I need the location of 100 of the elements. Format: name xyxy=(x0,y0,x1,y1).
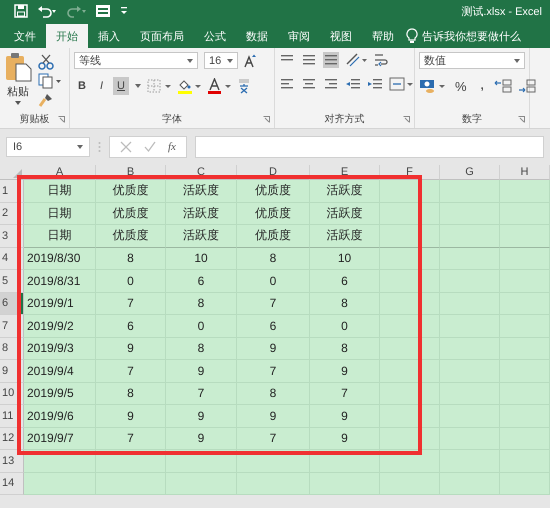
empty-cell[interactable] xyxy=(500,472,550,495)
table-cell: 6 xyxy=(310,270,380,292)
scissors-icon[interactable] xyxy=(38,54,54,70)
empty-cell[interactable] xyxy=(380,405,440,428)
empty-cell[interactable] xyxy=(237,450,310,472)
font-size-dropdown[interactable]: 16 xyxy=(204,52,238,69)
empty-cell[interactable] xyxy=(310,472,380,495)
ribbon-tab[interactable]: 公式 xyxy=(194,24,236,48)
table-cell: 活跃度 xyxy=(166,225,237,248)
increase-decimal-icon[interactable] xyxy=(494,78,512,94)
currency-icon[interactable] xyxy=(419,78,445,94)
empty-cell[interactable] xyxy=(380,225,440,248)
group-label: 字体 xyxy=(162,112,182,126)
table-cell: 9 xyxy=(310,360,380,382)
table-cell: 9 xyxy=(166,360,237,382)
number-format-dropdown[interactable]: 数值 xyxy=(419,52,525,69)
empty-cell[interactable] xyxy=(380,202,440,225)
underline-button[interactable]: U xyxy=(113,77,129,95)
orientation-icon[interactable] xyxy=(345,52,367,68)
empty-cell[interactable] xyxy=(380,428,440,450)
empty-cell[interactable] xyxy=(310,450,380,472)
empty-cell[interactable] xyxy=(440,180,500,202)
group-label: 剪贴板 xyxy=(20,112,50,126)
tell-me-field[interactable]: 告诉我你想要做什么 xyxy=(406,24,521,48)
wrap-text-icon[interactable] xyxy=(373,52,389,68)
table-cell: 优质度 xyxy=(237,180,310,202)
form-icon[interactable] xyxy=(95,4,111,18)
check-icon[interactable] xyxy=(144,141,156,153)
clipboard-icon xyxy=(4,52,32,82)
ribbon-tab[interactable]: 帮助 xyxy=(362,24,404,48)
table-cell: 2019/9/3 xyxy=(24,338,96,360)
empty-cell[interactable] xyxy=(380,338,440,360)
empty-cell[interactable] xyxy=(380,360,440,382)
empty-cell[interactable] xyxy=(380,292,440,315)
column-header[interactable]: G xyxy=(440,165,500,180)
empty-cell[interactable] xyxy=(500,248,550,270)
paste-button[interactable]: 粘贴 xyxy=(4,52,32,110)
format-painter-icon[interactable] xyxy=(38,92,54,108)
font-name-dropdown[interactable]: 等线 xyxy=(74,52,198,69)
row-header[interactable]: 13 xyxy=(0,450,24,472)
empty-cell[interactable] xyxy=(380,472,440,495)
ribbon-tab[interactable]: 文件 xyxy=(4,24,46,48)
merge-cells-icon[interactable] xyxy=(389,76,413,92)
table-cell: 8 xyxy=(96,382,166,405)
decrease-decimal-icon[interactable] xyxy=(518,78,536,94)
empty-cell[interactable] xyxy=(440,225,500,248)
empty-cell[interactable] xyxy=(380,270,440,292)
comma-style-button[interactable]: , xyxy=(476,77,488,95)
italic-button[interactable]: I xyxy=(96,77,108,95)
table-cell: 活跃度 xyxy=(310,202,380,225)
table-cell: 9 xyxy=(310,405,380,428)
redo-icon[interactable] xyxy=(66,4,86,18)
empty-cell[interactable] xyxy=(166,450,237,472)
phonetic-guide-icon[interactable] xyxy=(236,78,251,94)
formula-input[interactable] xyxy=(194,136,544,158)
font-color-icon[interactable] xyxy=(206,78,231,94)
column-header[interactable]: H xyxy=(500,165,550,180)
ribbon-tab[interactable]: 数据 xyxy=(236,24,278,48)
table-cell: 2019/8/30 xyxy=(24,248,96,270)
cancel-icon[interactable] xyxy=(120,141,132,153)
empty-cell[interactable] xyxy=(380,450,440,472)
borders-icon[interactable] xyxy=(146,79,171,93)
empty-cell[interactable] xyxy=(500,180,550,202)
increase-font-size-icon[interactable] xyxy=(244,54,256,68)
bold-button[interactable]: B xyxy=(74,77,90,95)
name-box[interactable]: I6 xyxy=(6,137,90,157)
table-cell: 7 xyxy=(96,428,166,450)
table-cell: 8 xyxy=(310,338,380,360)
save-icon[interactable] xyxy=(14,4,28,18)
empty-cell[interactable] xyxy=(380,180,440,202)
fill-color-icon[interactable] xyxy=(176,78,201,94)
copy-icon[interactable] xyxy=(38,73,62,89)
ribbon-tab[interactable]: 视图 xyxy=(320,24,362,48)
empty-cell[interactable] xyxy=(440,472,500,495)
table-cell: 0 xyxy=(310,315,380,338)
caret-icon xyxy=(77,145,83,149)
undo-icon[interactable] xyxy=(37,4,57,18)
ribbon-tab[interactable]: 页面布局 xyxy=(130,24,194,48)
dialog-launcher-icon[interactable] xyxy=(403,116,410,123)
table-cell: 7 xyxy=(237,360,310,382)
row-header[interactable]: 14 xyxy=(0,472,24,495)
dialog-launcher-icon[interactable] xyxy=(518,116,525,123)
caret-icon[interactable] xyxy=(134,84,141,88)
empty-cell[interactable] xyxy=(237,472,310,495)
empty-cell[interactable] xyxy=(500,225,550,248)
empty-cell[interactable] xyxy=(440,248,500,270)
ribbon-tab[interactable]: 审阅 xyxy=(278,24,320,48)
ribbon-tab[interactable]: 开始 xyxy=(46,24,88,48)
ribbon-tab[interactable]: 插入 xyxy=(88,24,130,48)
insert-function-button[interactable]: fx xyxy=(168,141,176,153)
table-cell: 2019/9/5 xyxy=(24,382,96,405)
empty-cell[interactable] xyxy=(96,472,166,495)
empty-cell[interactable] xyxy=(380,315,440,338)
percent-style-button[interactable]: % xyxy=(451,77,471,95)
dialog-launcher-icon[interactable] xyxy=(263,116,270,123)
empty-cell[interactable] xyxy=(380,382,440,405)
empty-cell[interactable] xyxy=(380,248,440,270)
dialog-launcher-icon[interactable] xyxy=(58,116,65,123)
empty-cell[interactable] xyxy=(166,472,237,495)
empty-cell[interactable] xyxy=(96,450,166,472)
